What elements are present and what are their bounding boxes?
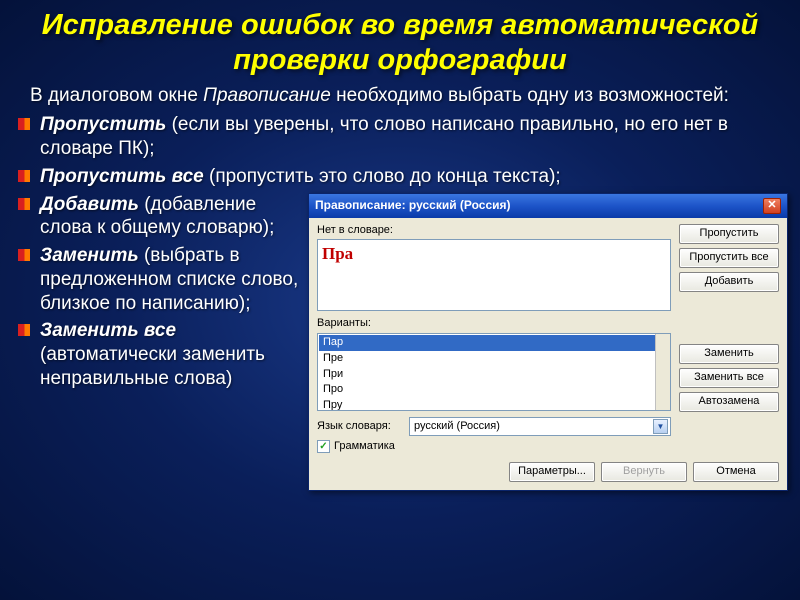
variants-label: Варианты: — [317, 317, 671, 331]
bullet-item: Заменить (выбрать в предложенном списке … — [18, 244, 304, 315]
close-button[interactable]: ✕ — [763, 198, 781, 214]
intro-text: В диалоговом окне Правописание необходим… — [18, 84, 782, 108]
replace-button[interactable]: Заменить — [679, 344, 779, 364]
chevron-down-icon: ▼ — [653, 419, 668, 434]
bullet-item: Добавить (добавление слова к общему слов… — [18, 193, 304, 241]
intro-part-a: В диалоговом окне — [30, 85, 203, 106]
misspelled-word-box[interactable]: Пра — [317, 239, 671, 311]
slide-content: В диалоговом окне Правописание необходим… — [0, 84, 800, 491]
dialog-title-text: Правописание: русский (Россия) — [315, 198, 511, 213]
slide-title: Исправление ошибок во время автоматическ… — [0, 0, 800, 84]
bullet-item: Пропустить (если вы уверены, что слово н… — [18, 113, 782, 161]
variant-option[interactable]: При — [319, 367, 669, 383]
intro-em: Правописание — [203, 85, 331, 106]
dialog-titlebar[interactable]: Правописание: русский (Россия) ✕ — [309, 194, 787, 218]
variant-option[interactable]: Пру — [319, 398, 669, 411]
intro-part-b: необходимо выбрать одну из возможностей: — [331, 85, 729, 106]
close-icon: ✕ — [767, 199, 776, 213]
bullet-item: Заменить все (автоматически заменить неп… — [18, 319, 304, 390]
replace-all-button[interactable]: Заменить все — [679, 368, 779, 388]
autocorrect-button[interactable]: Автозамена — [679, 392, 779, 412]
grammar-label: Грамматика — [334, 440, 395, 454]
bullet-term: Пропустить — [40, 114, 166, 135]
options-button[interactable]: Параметры... — [509, 462, 595, 482]
variant-option[interactable]: Пре — [319, 351, 669, 367]
language-label: Язык словаря: — [317, 420, 403, 434]
undo-button: Вернуть — [601, 462, 687, 482]
not-in-dict-label: Нет в словаре: — [317, 224, 671, 238]
grammar-checkbox-row[interactable]: ✓ Грамматика — [317, 440, 671, 454]
grammar-checkbox[interactable]: ✓ — [317, 440, 330, 453]
variants-listbox[interactable]: Пар Пре При Про Пру — [317, 333, 671, 411]
add-button[interactable]: Добавить — [679, 272, 779, 292]
language-value: русский (Россия) — [414, 420, 500, 434]
cancel-button[interactable]: Отмена — [693, 462, 779, 482]
bullet-term: Заменить — [40, 245, 144, 266]
variant-option[interactable]: Пар — [319, 335, 669, 351]
bullet-term: Пропустить все — [40, 166, 209, 187]
bullet-term: Добавить — [40, 194, 144, 215]
bullet-rest: (пропустить это слово до конца текста); — [209, 166, 561, 187]
skip-all-button[interactable]: Пропустить все — [679, 248, 779, 268]
spellcheck-dialog: Правописание: русский (Россия) ✕ Нет в с… — [308, 193, 788, 491]
bullet-item: Пропустить все (пропустить это слово до … — [18, 165, 782, 189]
variant-option[interactable]: Про — [319, 382, 669, 398]
bullet-term: Заменить все — [40, 320, 176, 341]
skip-button[interactable]: Пропустить — [679, 224, 779, 244]
language-select[interactable]: русский (Россия) ▼ — [409, 417, 671, 436]
listbox-scrollbar[interactable] — [655, 334, 670, 410]
bullet-rest: (автоматически заменить неправильные сло… — [40, 344, 265, 389]
